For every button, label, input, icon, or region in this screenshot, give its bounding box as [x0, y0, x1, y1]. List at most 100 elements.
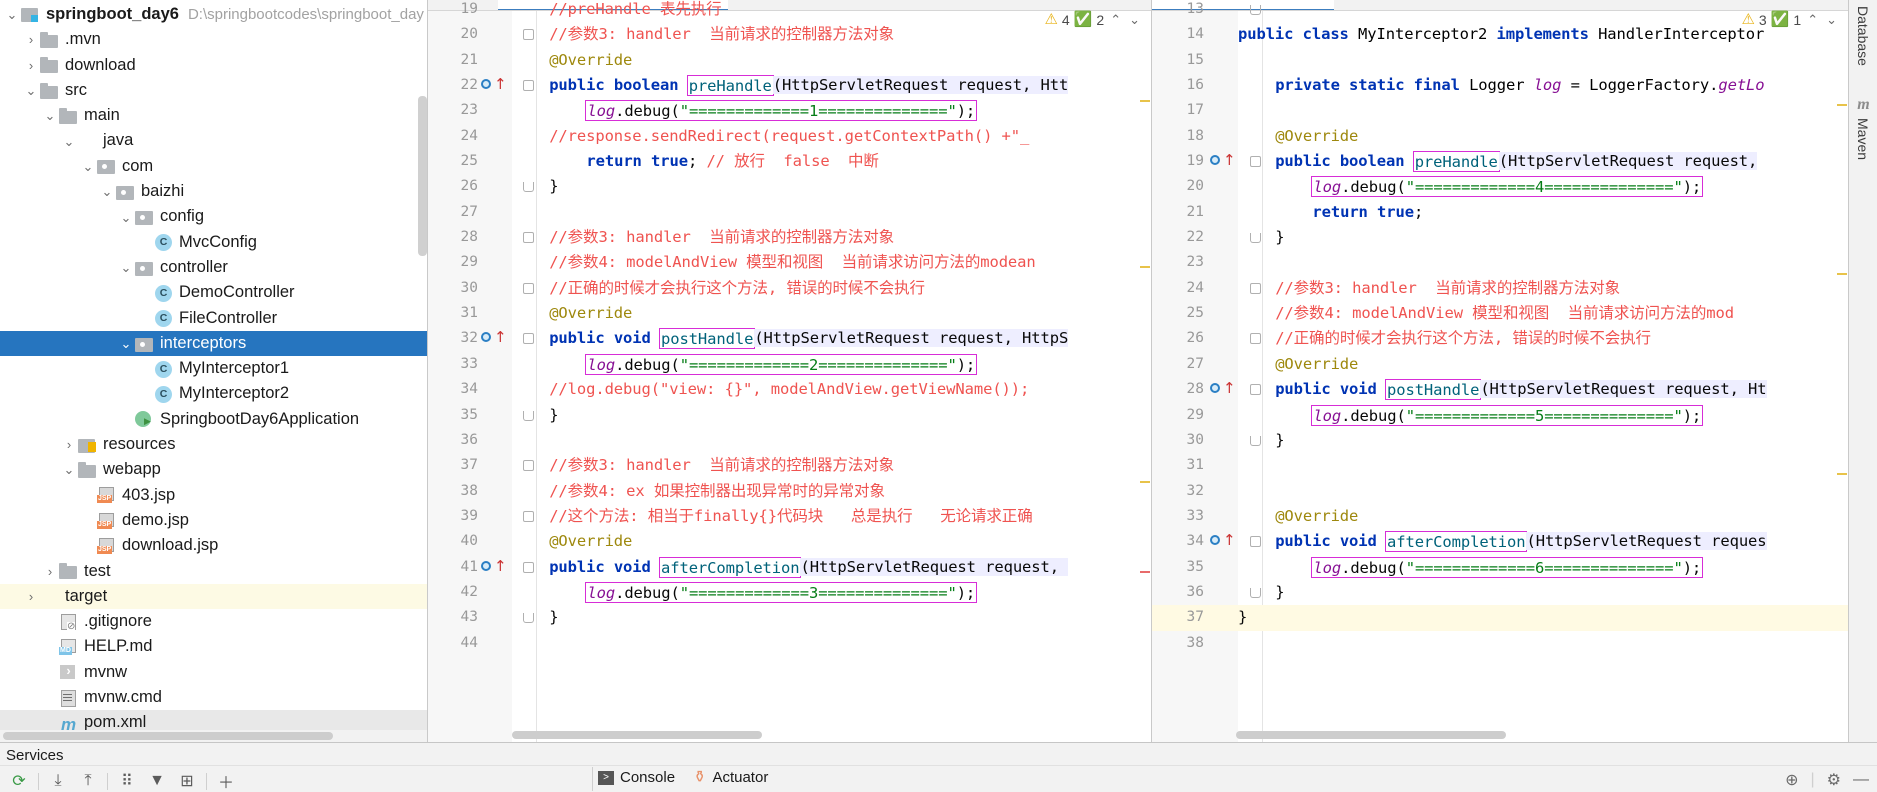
services-tabs[interactable]: > Console ⚱ Actuator [598, 769, 768, 786]
code-line[interactable]: 26} [428, 174, 1151, 199]
code-line[interactable]: 42 log.debug("=============3=============… [428, 580, 1151, 605]
override-marker-icon[interactable]: ↑ [494, 329, 507, 345]
code-fold-icon[interactable] [523, 561, 534, 573]
rerun-icon[interactable]: ⟳ [4, 770, 34, 792]
code-fold-icon[interactable] [1250, 156, 1261, 168]
tree-item-root[interactable]: ⌄ springboot_day6 D:\springbootcodes\sprin… [0, 2, 427, 27]
chevron-down-icon[interactable]: ⌄ [118, 261, 134, 274]
services-window-controls[interactable]: ⊕ | ⚙ — [1785, 770, 1869, 790]
tree-item-403-jsp[interactable]: 403.jsp [0, 483, 427, 508]
code-line[interactable]: 41 ↑ public void afterCompletion(HttpServl… [428, 555, 1151, 580]
code-line[interactable]: 43} [428, 605, 1151, 630]
settings-icon[interactable]: ⚙ [1827, 770, 1841, 790]
code-fold-icon[interactable] [523, 232, 534, 244]
tree-item-main[interactable]: ⌄ main [0, 103, 427, 128]
tree-item-mvn[interactable]: › .mvn [0, 27, 427, 52]
code-line[interactable]: 27 @Override [1152, 352, 1848, 377]
code-line[interactable]: 15 [1152, 48, 1848, 73]
code-fold-icon[interactable] [1250, 5, 1261, 15]
override-marker-icon[interactable]: ↑ [1223, 532, 1236, 548]
services-tab-actuator[interactable]: ⚱ Actuator [693, 769, 768, 786]
tree-item-mvnw[interactable]: mvnw [0, 660, 427, 685]
code-line[interactable]: 21 @Override [428, 48, 1151, 73]
code-line[interactable]: 25 //参数4: modelAndView 模型和视图 当前请求访问方法的mod [1152, 301, 1848, 326]
code-fold-icon[interactable] [523, 182, 534, 193]
project-tool-window[interactable]: ⌄ springboot_day6 D:\springbootcodes\sprin… [0, 0, 428, 742]
tree-item-democontroller[interactable]: DemoController [0, 280, 427, 305]
editor-myinterceptor1[interactable]: 19 //preHandle 表先执行 20 //参数3: handler 当前请求的… [428, 0, 1152, 742]
next-problem-icon[interactable]: ⌄ [1824, 12, 1839, 28]
tree-item-baizhi[interactable]: ⌄ baizhi [0, 179, 427, 204]
tree-item-interceptors[interactable]: ⌄ interceptors [0, 330, 427, 357]
code-fold-icon[interactable] [523, 80, 534, 92]
code-fold-icon[interactable] [523, 282, 534, 294]
minimize-icon[interactable]: — [1853, 771, 1869, 789]
code-line[interactable]: 29 //参数4: modelAndView 模型和视图 当前请求访问方法的mod… [428, 250, 1151, 275]
add-service-icon[interactable]: ⊞ [172, 770, 202, 792]
code-line[interactable]: 40 @Override [428, 529, 1151, 554]
code-line[interactable]: 25 return true; // 放行 false 中断 [428, 149, 1151, 174]
next-problem-icon[interactable]: ⌄ [1127, 12, 1142, 28]
tree-item-gitignore[interactable]: .gitignore [0, 609, 427, 634]
code-fold-icon[interactable] [1250, 233, 1261, 244]
chevron-down-icon[interactable]: ⌄ [118, 337, 134, 350]
tree-item-download-jsp[interactable]: download.jsp [0, 533, 427, 558]
project-tree-scrollbar[interactable] [418, 96, 427, 256]
prev-problem-icon[interactable]: ⌃ [1805, 12, 1820, 28]
tool-button-maven[interactable]: Maven [1855, 118, 1871, 160]
prev-problem-icon[interactable]: ⌃ [1108, 12, 1123, 28]
chevron-down-icon[interactable]: ⌄ [80, 160, 96, 173]
expand-all-icon[interactable]: ⤓ [43, 770, 73, 792]
chevron-right-icon[interactable]: › [23, 33, 39, 46]
code-fold-icon[interactable] [1250, 536, 1261, 548]
tree-item-config[interactable]: ⌄ config [0, 204, 427, 229]
project-tree-hscrollbar[interactable] [0, 730, 427, 742]
chevron-down-icon[interactable]: ⌄ [61, 463, 77, 476]
code-fold-icon[interactable] [1250, 587, 1261, 598]
code-fold-icon[interactable] [1250, 435, 1261, 446]
run-gutter-icon[interactable] [1210, 155, 1220, 166]
services-tab-console[interactable]: > Console [598, 769, 675, 786]
chevron-down-icon[interactable]: ⌄ [4, 8, 20, 21]
code-line[interactable]: 17 [1152, 98, 1848, 123]
tree-item-test[interactable]: › test [0, 559, 427, 584]
services-tool-window[interactable]: Services ⟳ ⤓ ⤒ ⠿ ▼ ⊞ ＋ > Console ⚱ Actuator ⊕ … [0, 742, 1877, 792]
code-line[interactable]: 31 [1152, 453, 1848, 478]
tree-item-controller[interactable]: ⌄ controller [0, 255, 427, 280]
chevron-down-icon[interactable]: ⌄ [23, 84, 39, 97]
target-icon[interactable]: ⊕ [1785, 770, 1798, 790]
tree-item-target[interactable]: › target [0, 583, 427, 610]
tree-item-myinterceptor1[interactable]: MyInterceptor1 [0, 356, 427, 381]
maven-icon[interactable]: m [1849, 96, 1877, 114]
run-gutter-icon[interactable] [481, 560, 491, 571]
code-line[interactable]: 26 //正确的时候才会执行这个方法, 错误的时候不会执行 [1152, 326, 1848, 351]
code-line[interactable]: 35} [428, 403, 1151, 428]
code-line[interactable]: 32 ↑ public void postHandle(HttpServletReq… [428, 326, 1151, 351]
code-line[interactable]: 20 log.debug("=============4=============… [1152, 174, 1848, 199]
code-line[interactable]: 36 [428, 428, 1151, 453]
code-line[interactable]: 32 [1152, 479, 1848, 504]
code-view-left[interactable]: 19 //preHandle 表先执行 20 //参数3: handler 当前请求的… [428, 0, 1151, 742]
run-gutter-icon[interactable] [1210, 383, 1220, 394]
run-gutter-icon[interactable] [481, 332, 491, 343]
tree-item-mvcconfig[interactable]: MvcConfig [0, 230, 427, 255]
tree-item-webapp[interactable]: ⌄ webapp [0, 457, 427, 482]
override-marker-icon[interactable]: ↑ [494, 76, 507, 92]
group-icon[interactable]: ⠿ [112, 770, 142, 792]
editor-right-scrollbar[interactable] [1837, 11, 1848, 742]
code-line[interactable]: 35 log.debug("=============6=============… [1152, 555, 1848, 580]
code-line[interactable]: 21 return true; [1152, 200, 1848, 225]
right-tool-strip[interactable]: Database m Maven [1848, 0, 1877, 742]
code-line[interactable]: 19 ↑ public boolean preHandle(HttpServletR… [1152, 149, 1848, 174]
tree-item-java[interactable]: ⌄ java [0, 128, 427, 153]
code-line[interactable]: 36} [1152, 580, 1848, 605]
code-fold-icon[interactable] [1250, 333, 1261, 345]
tree-item-mvnw-cmd[interactable]: mvnw.cmd [0, 685, 427, 710]
editor-myinterceptor2[interactable]: 13 14 public class MyInterceptor2 implemen… [1152, 0, 1848, 742]
chevron-down-icon[interactable]: ⌄ [42, 109, 58, 122]
code-line[interactable]: 44 [428, 631, 1151, 656]
code-fold-icon[interactable] [1250, 384, 1261, 396]
tree-item-src[interactable]: ⌄ src [0, 78, 427, 103]
tree-item-demo-jsp[interactable]: demo.jsp [0, 508, 427, 533]
editor-left-hscrollbar[interactable] [512, 731, 1140, 742]
